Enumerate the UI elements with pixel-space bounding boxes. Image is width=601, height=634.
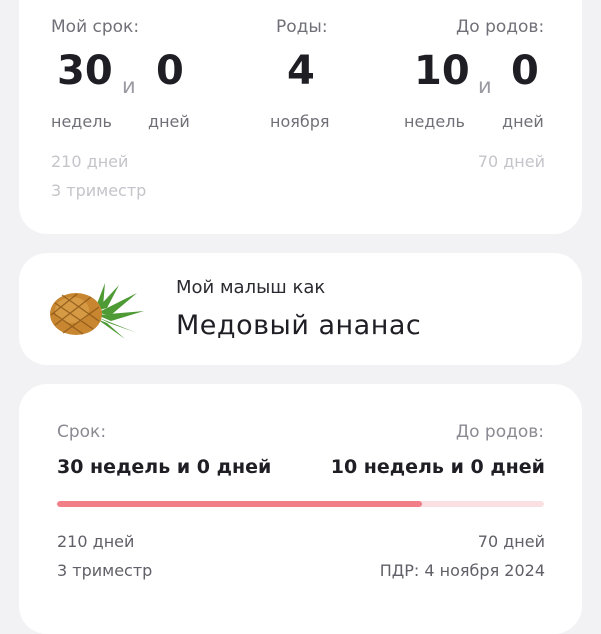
- remaining-label: До родов:: [456, 17, 545, 37]
- baby-size-card[interactable]: Мой малыш как Медовый ананас: [19, 253, 582, 365]
- progress-remaining-value: 10 недель и 0 дней: [330, 456, 545, 478]
- baby-fruit-name: Медовый ананас: [176, 310, 422, 341]
- progress-remaining-days: 70 дней: [477, 532, 545, 551]
- baby-caption: Мой малыш как: [176, 277, 326, 298]
- term-days-unit: дней: [148, 112, 190, 131]
- birth-label: Роды:: [276, 17, 328, 37]
- summary-card: Мой срок: 30 и 0 недель дней Роды: 4 ноя…: [19, 0, 582, 234]
- progress-term-value: 30 недель и 0 дней: [57, 456, 272, 478]
- progress-trimester: 3 триместр: [57, 561, 153, 580]
- remaining-days-unit: дней: [502, 112, 544, 131]
- remaining-days-value: 0: [511, 48, 539, 94]
- birth-month: ноября: [270, 112, 330, 131]
- trimester: 3 триместр: [51, 181, 147, 200]
- progress-card: Срок: 30 недель и 0 дней До родов: 10 не…: [19, 384, 582, 634]
- progress-remaining-label: До родов:: [455, 422, 544, 442]
- progress-total-days: 210 дней: [57, 532, 135, 551]
- pregnancy-progress-bar: [57, 501, 544, 507]
- birth-day-value: 4: [287, 48, 315, 94]
- progress-term-label: Срок:: [57, 422, 107, 442]
- term-days-value: 0: [156, 48, 184, 94]
- term-weeks-value: 30: [57, 48, 113, 94]
- term-weeks-unit: недель: [51, 112, 112, 131]
- term-conjunction: и: [122, 74, 136, 98]
- progress-bar-fill: [57, 501, 423, 507]
- term-label: Мой срок:: [51, 17, 140, 37]
- remaining-conjunction: и: [478, 74, 492, 98]
- due-date: ПДР: 4 ноября 2024: [379, 561, 545, 580]
- remaining-weeks-value: 10: [414, 48, 470, 94]
- remaining-weeks-unit: недель: [404, 112, 465, 131]
- pineapple-icon: [50, 283, 144, 339]
- remaining-total-days: 70 дней: [477, 152, 545, 171]
- total-days: 210 дней: [51, 152, 129, 171]
